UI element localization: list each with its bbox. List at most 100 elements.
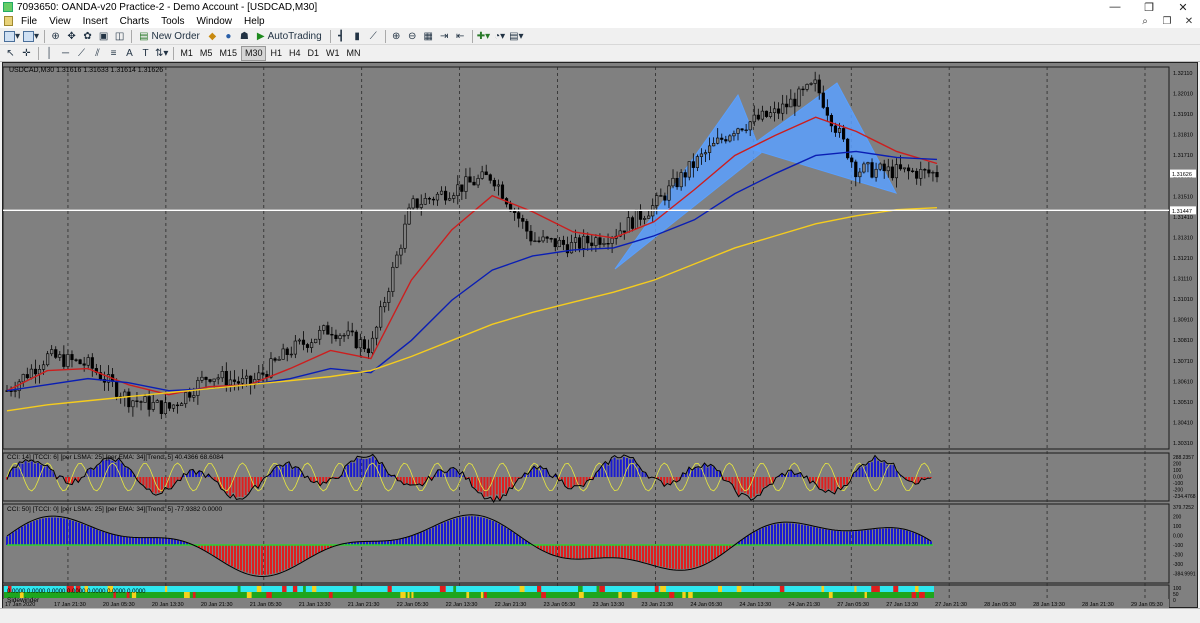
toolbar-separator: [471, 29, 473, 43]
candle-body: [399, 247, 403, 256]
close-icon[interactable]: ✕: [1178, 16, 1200, 27]
arrows-icon[interactable]: ⇅▾: [154, 46, 169, 61]
autotrading-button[interactable]: ▶ AutoTrading: [253, 29, 326, 44]
candle-body: [322, 325, 326, 331]
candle-body: [395, 254, 399, 268]
menu-insert[interactable]: Insert: [77, 16, 114, 27]
templates-icon[interactable]: ▤▾: [508, 29, 524, 44]
candle-body: [305, 344, 310, 348]
price-tick-label: 1.30310: [1173, 441, 1193, 447]
candle-body: [21, 374, 25, 383]
candle-body: [829, 115, 834, 127]
menu-window[interactable]: Window: [190, 16, 238, 27]
menu-tools[interactable]: Tools: [155, 16, 190, 27]
menu-help[interactable]: Help: [238, 16, 271, 27]
candle-body: [911, 170, 915, 172]
cursor-icon[interactable]: ↖: [3, 46, 18, 61]
sidewinder-segment: [303, 586, 306, 592]
auto-scroll-icon[interactable]: ⇥: [437, 29, 452, 44]
candle-body: [257, 372, 261, 380]
candle-body: [915, 170, 919, 179]
price-tick-label: 1.31310: [1173, 235, 1193, 241]
sidewinder-segment: [915, 586, 919, 592]
terminal-icon[interactable]: ▣: [96, 29, 111, 44]
tile-windows-icon[interactable]: ▦: [421, 29, 436, 44]
signals-icon[interactable]: ●: [221, 29, 236, 44]
sidewinder-segment: [237, 586, 241, 592]
candlestick-icon[interactable]: ▮: [350, 29, 365, 44]
sidewinder-segment: [688, 592, 693, 598]
periods-icon[interactable]: ◔▾: [492, 29, 507, 44]
timeframe-mn[interactable]: MN: [344, 46, 364, 61]
menu-view[interactable]: View: [43, 16, 77, 27]
trendline-icon[interactable]: ⟋: [74, 46, 89, 61]
bar-chart-icon[interactable]: ┫: [334, 29, 349, 44]
indicators-icon[interactable]: ✚▾: [476, 29, 491, 44]
candle-body: [484, 171, 488, 176]
cci-fast-tick: 200: [1173, 462, 1182, 468]
candle-body: [236, 381, 241, 384]
line-chart-icon[interactable]: ⟋: [366, 29, 381, 44]
timeframe-m5[interactable]: M5: [197, 46, 216, 61]
text-label-icon[interactable]: T: [138, 46, 153, 61]
sidewinder-segment: [911, 592, 917, 598]
timeframe-w1[interactable]: W1: [323, 46, 343, 61]
restore-icon[interactable]: ❐: [1156, 16, 1178, 27]
sidewinder-segment: [871, 586, 876, 592]
timeframe-m15[interactable]: M15: [216, 46, 240, 61]
tester-icon[interactable]: ◫: [112, 29, 127, 44]
timeframe-h4[interactable]: H4: [286, 46, 304, 61]
candle-body: [712, 142, 716, 147]
candle-body: [590, 242, 594, 246]
candle-body: [732, 133, 736, 137]
vertical-line-icon[interactable]: │: [42, 46, 57, 61]
sidewinder-segment: [717, 586, 722, 592]
timeframe-m30[interactable]: M30: [240, 45, 267, 61]
candle-body: [379, 306, 383, 328]
maximize-button[interactable]: ❐: [1132, 0, 1166, 14]
close-button[interactable]: ✕: [1166, 0, 1200, 14]
new-order-button[interactable]: ▤ New Order: [135, 29, 204, 44]
market-icon[interactable]: ☗: [237, 29, 252, 44]
chart-canvas[interactable]: 1.32110 1.32010 1.31910 1.31810 1.31710 1.316…: [3, 63, 1199, 609]
data-window-icon[interactable]: ✥: [64, 29, 79, 44]
candle-body: [687, 161, 691, 178]
document-icon[interactable]: [4, 16, 13, 26]
candle-body: [752, 114, 756, 123]
timeframe-h1[interactable]: H1: [267, 46, 285, 61]
zoom-out-icon[interactable]: ⊖: [405, 29, 420, 44]
crosshair-icon[interactable]: ✛: [19, 46, 34, 61]
candle-body: [760, 110, 764, 120]
horizontal-line-icon[interactable]: ─: [58, 46, 73, 61]
navigator-icon[interactable]: ✿: [80, 29, 95, 44]
candle-body: [699, 153, 704, 157]
text-icon[interactable]: A: [122, 46, 137, 61]
equidistant-channel-icon[interactable]: ⫽: [90, 46, 105, 61]
candle-body: [180, 403, 184, 406]
menu-file[interactable]: File: [15, 16, 43, 27]
candle-body: [671, 177, 675, 187]
market-watch-icon[interactable]: ⊕: [48, 29, 63, 44]
candle-body: [825, 107, 829, 116]
zoom-in-icon[interactable]: ⊕: [389, 29, 404, 44]
candle-body: [850, 157, 854, 163]
profiles-icon[interactable]: ▾: [22, 29, 40, 44]
candle-body: [695, 156, 699, 168]
chart-shift-icon[interactable]: ⇤: [453, 29, 468, 44]
candle-body: [309, 342, 314, 348]
menu-charts[interactable]: Charts: [114, 16, 155, 27]
candle-body: [62, 354, 66, 367]
search-icon[interactable]: ⌕: [1134, 16, 1156, 27]
candle-body: [919, 169, 923, 179]
new-chart-icon[interactable]: ▾: [3, 29, 21, 44]
candle-body: [435, 193, 440, 201]
timeframe-m1[interactable]: M1: [177, 46, 196, 61]
fibonacci-icon[interactable]: ≡: [106, 46, 121, 61]
metaeditor-icon[interactable]: ◆: [205, 29, 220, 44]
minimize-button[interactable]: —: [1098, 0, 1132, 14]
price-tick-label: 1.31010: [1173, 297, 1193, 303]
candle-body: [342, 334, 346, 337]
chart-window[interactable]: 1.32110 1.32010 1.31910 1.31810 1.31710 1.316…: [2, 62, 1199, 609]
candle-body: [906, 167, 911, 172]
timeframe-d1[interactable]: D1: [305, 46, 323, 61]
